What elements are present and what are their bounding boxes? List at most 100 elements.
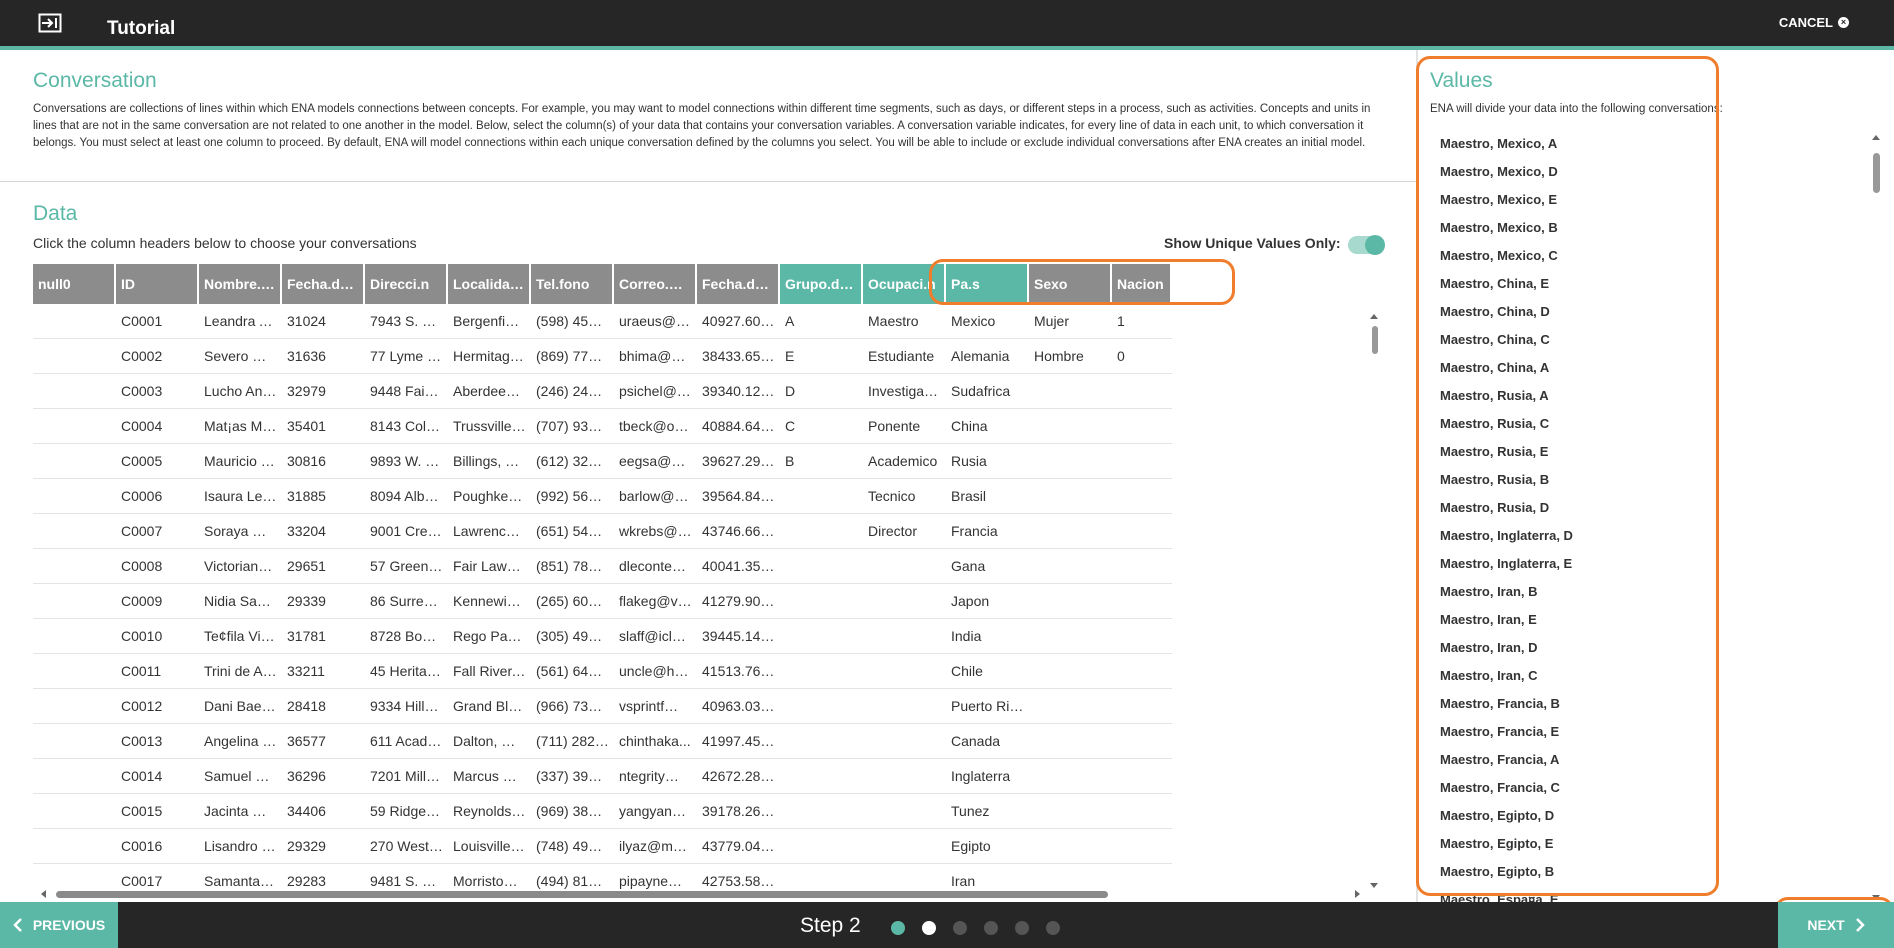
conversation-value-item[interactable]: Maestro, Rusia, E — [1430, 438, 1870, 466]
scroll-down-arrow-icon[interactable] — [1872, 895, 1880, 900]
table-cell: C0015 — [121, 803, 163, 819]
column-header[interactable]: Grupo.de.c... — [780, 264, 863, 304]
conversation-value-item[interactable]: Maestro, Mexico, A — [1430, 130, 1870, 158]
conversation-value-item[interactable]: Maestro, Francia, A — [1430, 746, 1870, 774]
column-header[interactable]: Pa.s — [946, 264, 1029, 304]
conversation-value-item[interactable]: Maestro, Iran, C — [1430, 662, 1870, 690]
cancel-button[interactable]: CANCEL × — [1779, 15, 1849, 30]
column-header[interactable]: Nacion — [1112, 264, 1172, 304]
table-cell — [33, 619, 116, 653]
table-row: C0015 Jacinta Mo... 34406 59 Ridgewo... Reyn… — [33, 794, 1172, 829]
table-cell: 41997.4597... — [702, 733, 780, 749]
conversation-value-item[interactable]: Maestro, China, D — [1430, 298, 1870, 326]
step-dot[interactable] — [891, 921, 905, 935]
table-cell: C0008 — [121, 558, 163, 574]
table-vertical-scrollbar[interactable] — [1368, 310, 1380, 888]
conversation-value-item[interactable]: Maestro, Iran, E — [1430, 606, 1870, 634]
top-bar-accent — [0, 46, 1894, 50]
previous-button[interactable]: PREVIOUS — [0, 902, 118, 948]
table-cell: 39340.1256... — [702, 383, 780, 399]
conversation-value-item[interactable]: Maestro, Rusia, D — [1430, 494, 1870, 522]
step-dot[interactable] — [953, 921, 967, 935]
table-cell: 39445.1451... — [702, 628, 780, 644]
column-header[interactable]: Fecha.de.a... — [697, 264, 780, 304]
conversation-value-item[interactable]: Maestro, Mexico, D — [1430, 158, 1870, 186]
column-header[interactable]: Localidad.... — [448, 264, 531, 304]
conversation-value-item[interactable]: Maestro, Egipto, D — [1430, 802, 1870, 830]
table-cell — [1112, 829, 1172, 863]
exit-icon[interactable] — [38, 13, 62, 33]
conversation-value-item[interactable]: Maestro, Rusia, A — [1430, 382, 1870, 410]
table-cell — [1029, 689, 1112, 723]
table-cell: C0002 — [121, 348, 163, 364]
unique-values-toggle[interactable] — [1348, 235, 1385, 255]
table-cell — [33, 654, 116, 688]
column-header[interactable]: Nombre.co... — [199, 264, 282, 304]
step-dot[interactable] — [1015, 921, 1029, 935]
table-cell: Puerto Rico — [951, 698, 1025, 714]
column-header[interactable]: Correo.ele... — [614, 264, 697, 304]
table-cell: Mujer — [1034, 313, 1070, 329]
scroll-down-arrow-icon[interactable] — [1370, 883, 1378, 888]
scroll-left-arrow-icon[interactable] — [41, 890, 46, 898]
column-header[interactable]: Tel.fono — [531, 264, 614, 304]
values-scrollbar[interactable] — [1870, 135, 1882, 900]
conversation-value-item[interactable]: Maestro, Francia, E — [1430, 718, 1870, 746]
conversation-value-item[interactable]: Maestro, Iran, B — [1430, 578, 1870, 606]
table-cell: (561) 649-7... — [536, 663, 614, 679]
conversation-value-item[interactable]: Maestro, China, C — [1430, 326, 1870, 354]
table-cell — [780, 864, 863, 889]
table-cell: barlow@ve... — [619, 488, 697, 504]
conversation-value-item[interactable]: Maestro, Mexico, C — [1430, 242, 1870, 270]
conversation-value-item[interactable]: Maestro, Inglaterra, D — [1430, 522, 1870, 550]
table-row: C0010 Te¢fila Villa... 31781 8728 Bosto... R… — [33, 619, 1172, 654]
table-body: C0001 Leandra An... 31024 7943 S. Fift... Be… — [33, 304, 1172, 889]
column-header[interactable]: Direcci.n — [365, 264, 448, 304]
conversation-value-item[interactable]: Maestro, China, A — [1430, 354, 1870, 382]
table-cell: 7943 S. Fift... — [370, 313, 448, 329]
column-header[interactable]: Sexo — [1029, 264, 1112, 304]
table-cell — [1029, 794, 1112, 828]
scroll-up-arrow-icon[interactable] — [1370, 314, 1378, 319]
scroll-thumb[interactable] — [1873, 153, 1880, 193]
column-header[interactable]: Fecha.de.n... — [282, 264, 365, 304]
conversation-value-item[interactable]: Maestro, Inglaterra, E — [1430, 550, 1870, 578]
step-dot[interactable] — [984, 921, 998, 935]
table-row: C0001 Leandra An... 31024 7943 S. Fift... Be… — [33, 304, 1172, 339]
conversation-value-item[interactable]: Maestro, China, E — [1430, 270, 1870, 298]
conversation-value-item[interactable]: Maestro, Iran, D — [1430, 634, 1870, 662]
table-cell: 39627.2902... — [702, 453, 780, 469]
table-cell: 29329 — [287, 838, 326, 854]
step-dot[interactable] — [1046, 921, 1060, 935]
table-cell: Tecnico — [868, 488, 916, 504]
table-horizontal-scrollbar[interactable] — [38, 888, 1360, 900]
scroll-right-arrow-icon[interactable] — [1355, 890, 1360, 898]
conversation-value-item[interactable]: Maestro, Mexico, B — [1430, 214, 1870, 242]
table-cell: 31024 — [287, 313, 326, 329]
next-button[interactable]: NEXT — [1778, 902, 1894, 948]
scroll-thumb[interactable] — [56, 891, 1108, 898]
scroll-up-arrow-icon[interactable] — [1872, 135, 1880, 140]
conversation-value-item[interactable]: Maestro, Francia, C — [1430, 774, 1870, 802]
column-header[interactable]: null0 — [33, 264, 116, 304]
conversation-value-item[interactable]: Maestro, Espa¤a, E — [1430, 886, 1870, 902]
conversation-value-item[interactable]: Maestro, Rusia, B — [1430, 466, 1870, 494]
conversation-value-item[interactable]: Maestro, Francia, B — [1430, 690, 1870, 718]
step-dot[interactable] — [922, 921, 936, 935]
conversation-value-item[interactable]: Maestro, Rusia, C — [1430, 410, 1870, 438]
table-cell: pipayne@h... — [619, 873, 697, 889]
table-cell: Billings, MT... — [453, 453, 531, 469]
table-cell: B — [785, 453, 795, 469]
column-header[interactable]: Ocupaci.n — [863, 264, 946, 304]
table-cell: 33204 — [287, 523, 326, 539]
table-cell — [33, 794, 116, 828]
conversation-value-item[interactable]: Maestro, Egipto, B — [1430, 858, 1870, 886]
conversation-value-item[interactable]: Maestro, Egipto, E — [1430, 830, 1870, 858]
table-cell: uncle@hot... — [619, 663, 697, 679]
scroll-thumb[interactable] — [1372, 326, 1378, 354]
column-header[interactable]: ID — [116, 264, 199, 304]
table-row: C0009 Nidia Saez ... 29339 86 Surrey St. Ken… — [33, 584, 1172, 619]
table-cell — [780, 514, 863, 548]
table-cell: Sudafrica — [951, 383, 1011, 399]
conversation-value-item[interactable]: Maestro, Mexico, E — [1430, 186, 1870, 214]
